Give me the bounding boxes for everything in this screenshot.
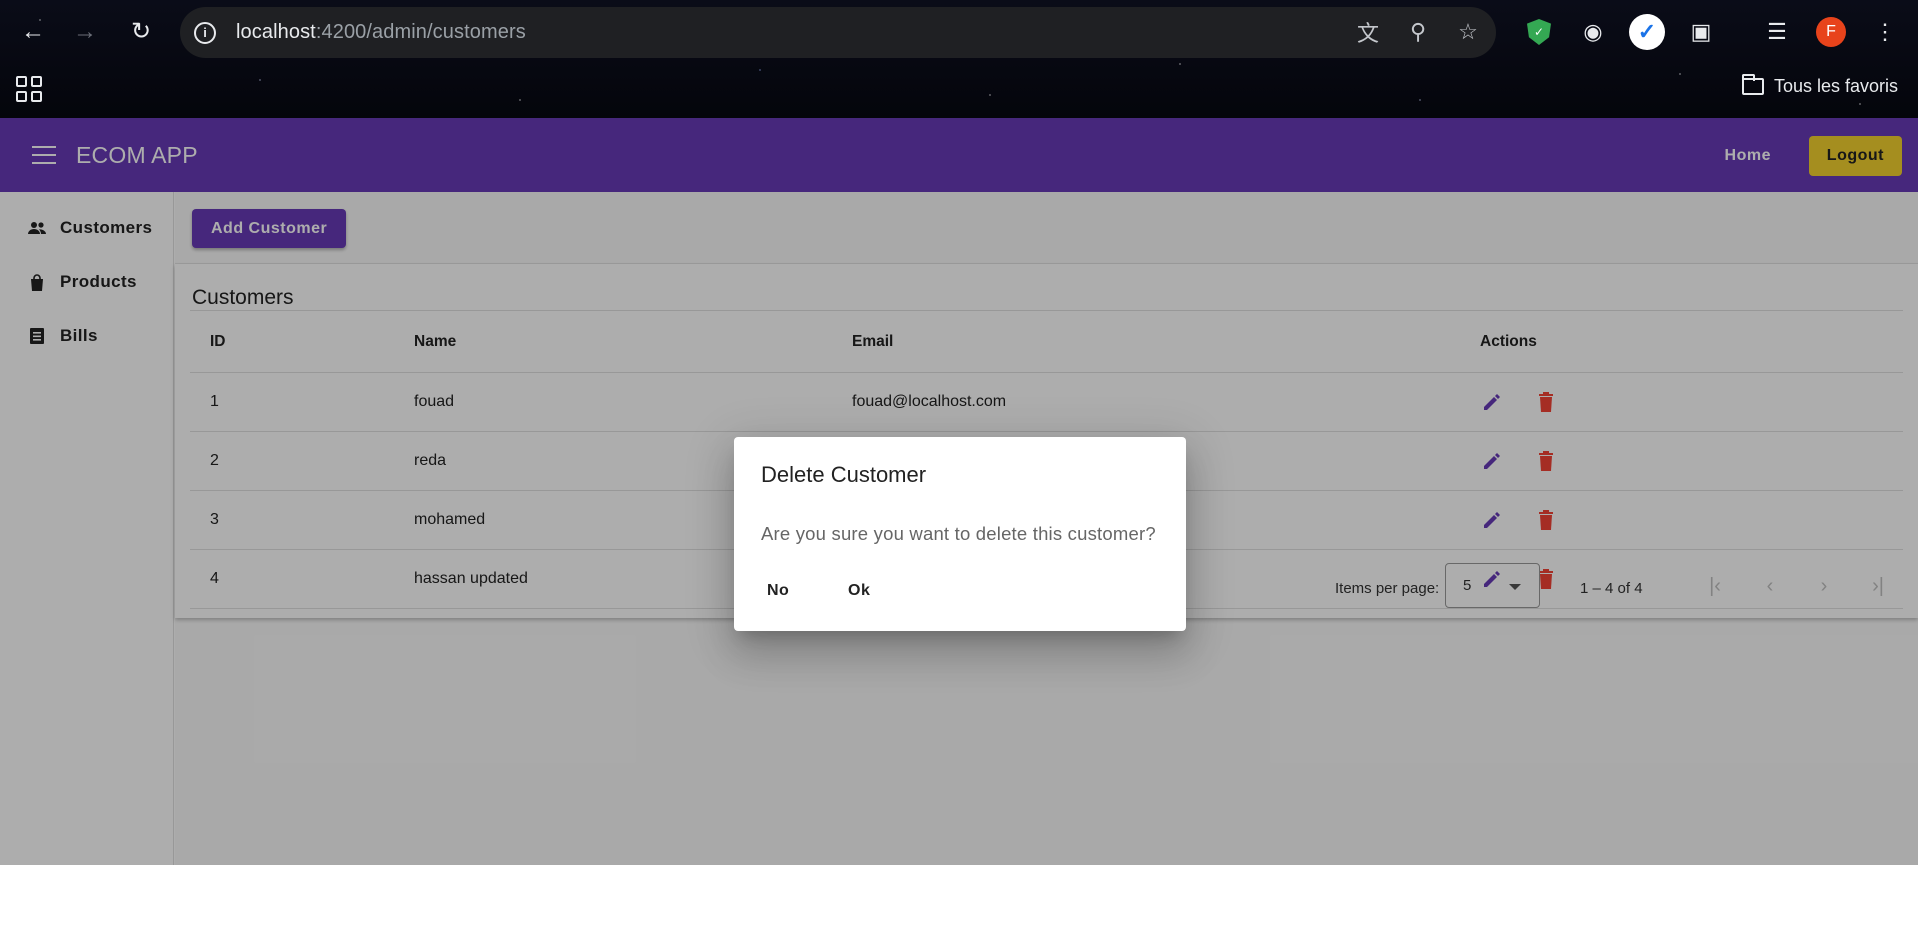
avatar-letter: F	[1816, 17, 1846, 47]
address-bar[interactable]: i localhost:4200/admin/customers 文 ⚲ ☆	[180, 7, 1496, 58]
back-arrow-icon[interactable]: ←	[15, 14, 51, 50]
url-text[interactable]: localhost:4200/admin/customers	[236, 21, 526, 44]
site-info-icon[interactable]: i	[194, 21, 216, 44]
shield-extension-icon[interactable]: ✓	[1520, 13, 1558, 51]
camera-extension-icon[interactable]: ◉	[1574, 13, 1612, 51]
media-playlist-icon[interactable]: ☰	[1758, 13, 1796, 51]
no-button[interactable]: No	[767, 582, 789, 600]
folder-icon	[1741, 74, 1764, 95]
puzzle-extensions-icon[interactable]: ▣	[1682, 13, 1720, 51]
all-bookmarks[interactable]: Tous les favoris	[1741, 74, 1898, 97]
reload-icon[interactable]: ↻	[123, 14, 159, 50]
check-extension-icon[interactable]: ✓	[1628, 13, 1666, 51]
browser-chrome: ← → ↻ i localhost:4200/admin/customers 文…	[0, 0, 1918, 118]
url-host: localhost	[236, 21, 316, 43]
dialog-message: Are you sure you want to delete this cus…	[761, 523, 1156, 544]
translate-icon[interactable]: 文	[1354, 18, 1382, 46]
forward-arrow-icon[interactable]: →	[67, 14, 103, 50]
bookmarks-label: Tous les favoris	[1773, 76, 1898, 96]
bookmark-star-icon[interactable]: ☆	[1454, 18, 1482, 46]
ok-button[interactable]: Ok	[848, 582, 870, 600]
profile-avatar[interactable]: F	[1812, 13, 1850, 51]
page-bottom-area	[0, 865, 1918, 943]
browser-menu-icon[interactable]: ⋮	[1866, 13, 1904, 51]
url-path: :4200/admin/customers	[315, 21, 526, 43]
zoom-out-icon[interactable]: ⚲	[1404, 18, 1432, 46]
apps-grid-icon[interactable]	[16, 76, 42, 102]
dialog-title: Delete Customer	[761, 462, 927, 487]
delete-customer-dialog: Delete Customer Are you sure you want to…	[734, 437, 1186, 631]
